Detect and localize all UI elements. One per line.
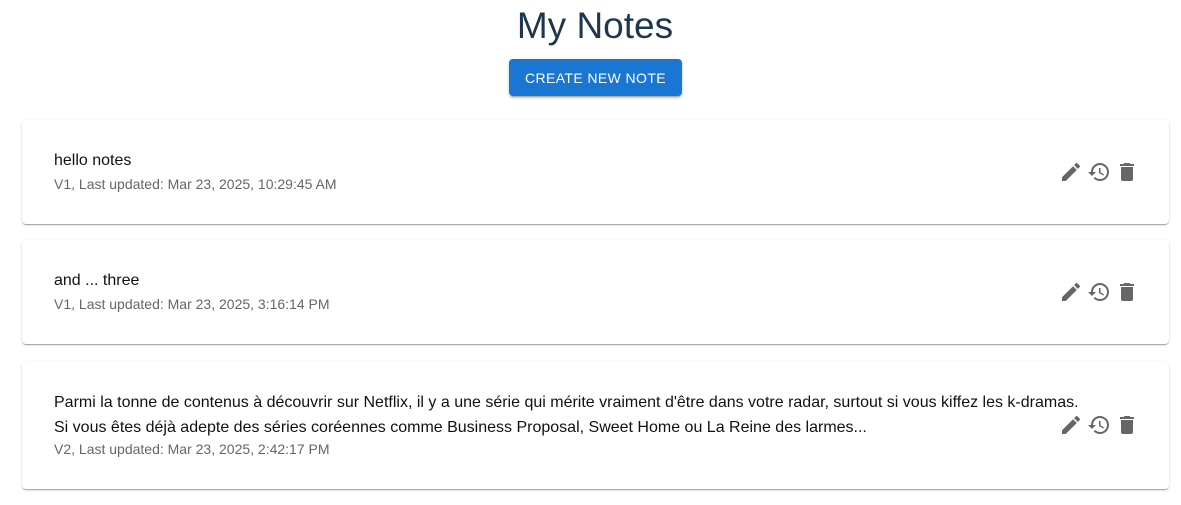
edit-icon[interactable] xyxy=(1057,158,1085,186)
note-actions xyxy=(1057,411,1141,439)
delete-icon[interactable] xyxy=(1113,411,1141,439)
note-card: and ... three V1, Last updated: Mar 23, … xyxy=(22,240,1169,344)
note-meta: V1, Last updated: Mar 23, 2025, 10:29:45… xyxy=(54,176,337,192)
page-title: My Notes xyxy=(516,5,674,46)
note-card: hello notes V1, Last updated: Mar 23, 20… xyxy=(22,120,1169,224)
note-text: and ... three xyxy=(54,272,140,289)
history-icon[interactable] xyxy=(1085,158,1113,186)
note-text: Parmi la tonne de contenus à découvrir s… xyxy=(54,394,1079,436)
note-meta: V2, Last updated: Mar 23, 2025, 2:42:17 … xyxy=(54,441,330,457)
note-actions xyxy=(1057,158,1141,186)
note-meta: V1, Last updated: Mar 23, 2025, 3:16:14 … xyxy=(54,296,330,312)
delete-icon[interactable] xyxy=(1113,278,1141,306)
delete-icon[interactable] xyxy=(1113,158,1141,186)
create-new-note-button[interactable]: CREATE NEW NOTE xyxy=(509,59,682,96)
note-card: Parmi la tonne de contenus à découvrir s… xyxy=(22,361,1169,489)
edit-icon[interactable] xyxy=(1057,411,1085,439)
note-text: hello notes xyxy=(54,152,132,169)
history-icon[interactable] xyxy=(1085,278,1113,306)
note-actions xyxy=(1057,278,1141,306)
edit-icon[interactable] xyxy=(1057,278,1085,306)
history-icon[interactable] xyxy=(1085,411,1113,439)
